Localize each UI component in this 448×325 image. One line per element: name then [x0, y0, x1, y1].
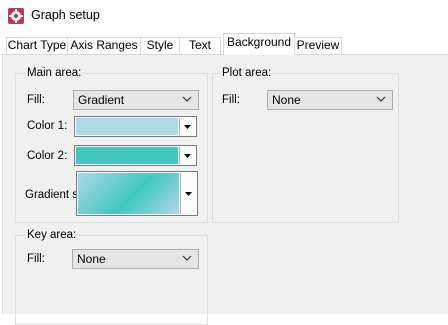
tab-background[interactable]: Background: [223, 33, 295, 55]
gradient-preview: [78, 173, 179, 214]
dropdown-arrow-icon: [185, 192, 192, 196]
gear-app-icon: [8, 8, 24, 24]
plot-fill-select[interactable]: None: [267, 90, 393, 110]
tab-text[interactable]: Text: [179, 37, 221, 54]
chevron-down-icon: [376, 96, 386, 102]
color1-dropdown-button[interactable]: [179, 118, 195, 135]
color2-dropdown-button[interactable]: [179, 147, 195, 164]
chevron-down-icon: [182, 96, 192, 102]
title-bar: Graph setup: [0, 0, 448, 32]
tab-axis-ranges[interactable]: Axis Ranges: [67, 37, 141, 54]
dropdown-arrow-icon: [184, 154, 191, 158]
key-fill-value: None: [77, 252, 106, 266]
key-area-title: Key area:: [25, 229, 79, 241]
color1-label: Color 1:: [27, 120, 68, 132]
color1-picker[interactable]: [74, 116, 197, 137]
background-tab-panel: Main area: Fill: Gradient Color 1: Color…: [2, 54, 448, 325]
key-fill-label: Fill:: [27, 253, 45, 265]
tab-style[interactable]: Style: [140, 37, 180, 54]
plot-area-title: Plot area:: [220, 67, 274, 79]
main-area-title: Main area:: [25, 67, 84, 79]
color2-swatch: [76, 147, 178, 164]
main-fill-value: Gradient: [78, 93, 125, 107]
color1-swatch: [76, 118, 178, 135]
gradient-style-picker[interactable]: [76, 171, 198, 216]
key-fill-select[interactable]: None: [72, 249, 199, 269]
color2-picker[interactable]: [74, 145, 197, 166]
tab-chart-type[interactable]: Chart Type: [6, 37, 68, 54]
gradient-dropdown-button[interactable]: [180, 173, 196, 214]
tab-preview[interactable]: Preview: [294, 37, 342, 54]
chevron-down-icon: [182, 255, 192, 261]
dropdown-arrow-icon: [184, 125, 191, 129]
color2-label: Color 2:: [27, 150, 68, 162]
main-fill-select[interactable]: Gradient: [73, 90, 199, 110]
plot-fill-label: Fill:: [222, 94, 240, 106]
main-fill-label: Fill:: [27, 94, 45, 106]
window-title: Graph setup: [31, 8, 100, 22]
plot-fill-value: None: [272, 93, 301, 107]
